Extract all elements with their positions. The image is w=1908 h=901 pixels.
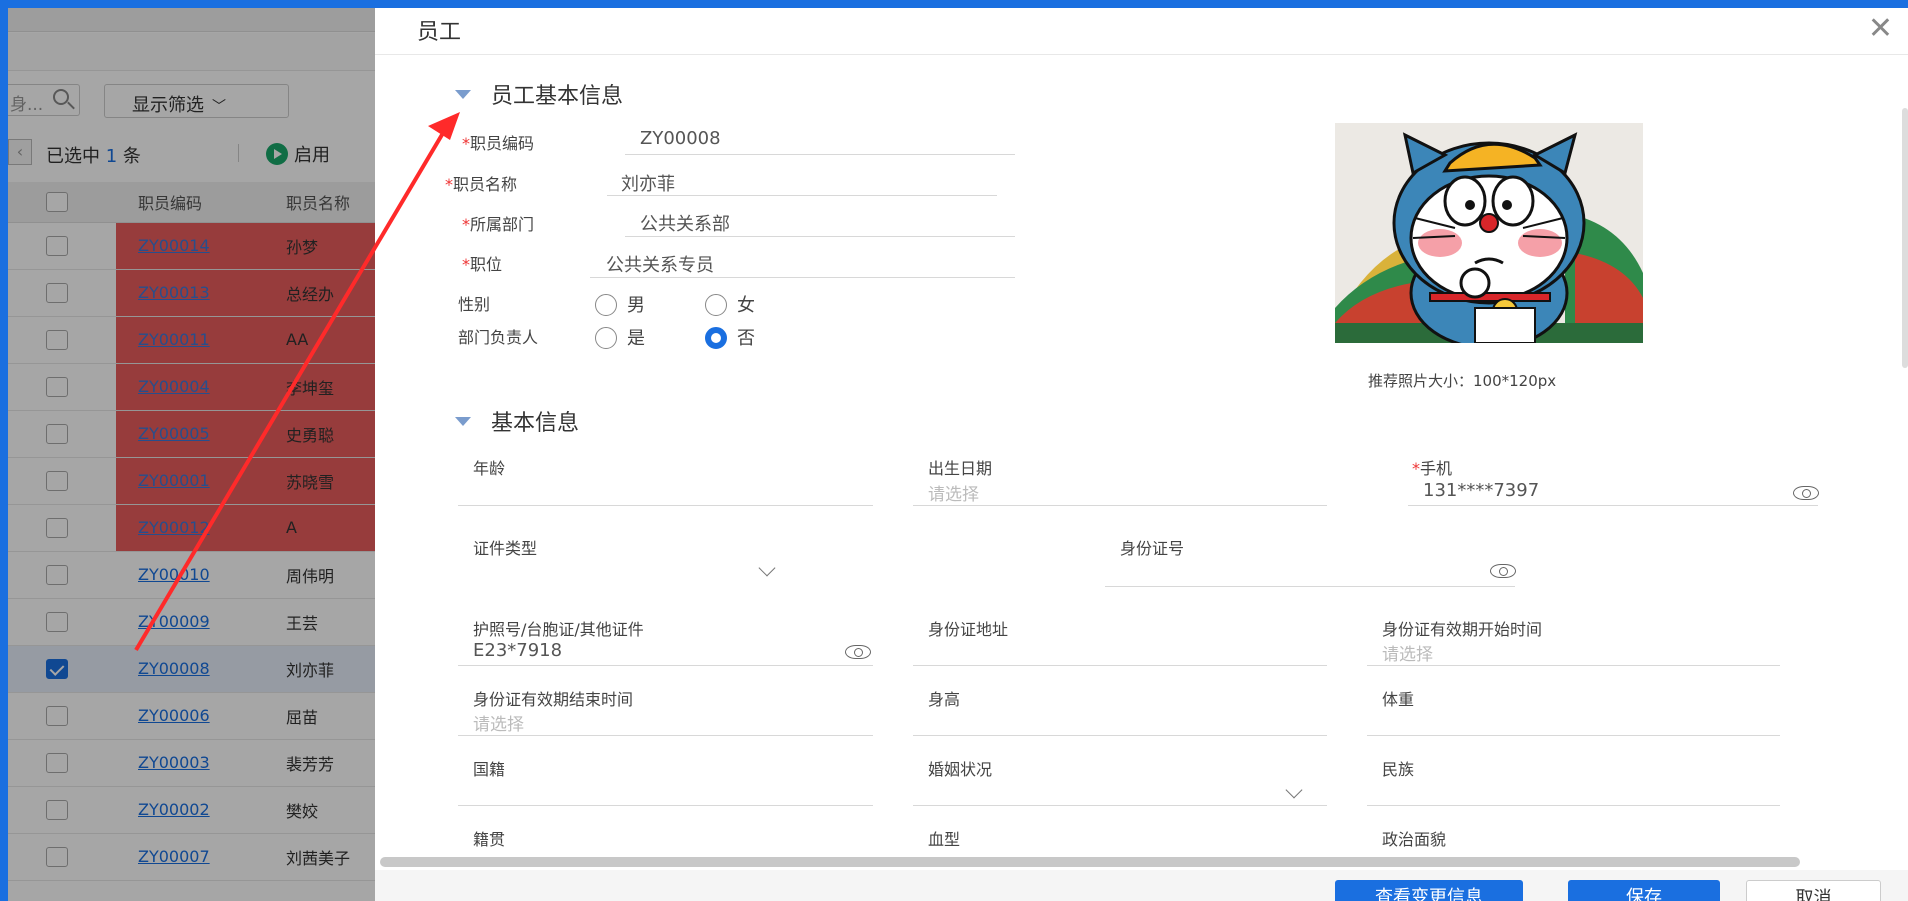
eye-icon[interactable] (1793, 486, 1819, 500)
height-field[interactable] (913, 735, 1327, 736)
radio-button-selected[interactable] (705, 327, 727, 349)
birth-date-label: 出生日期 (928, 459, 993, 478)
employee-name-label-text: 职员名称 (453, 175, 518, 194)
required-mark: * (462, 215, 470, 234)
employee-dialog: 员工 ✕ 员工基本信息 *职员编码 ZY00008 *职员名称 刘亦菲 *所属部… (375, 8, 1908, 901)
cancel-button[interactable]: 取消 (1746, 880, 1881, 901)
employee-code-label-text: 职员编码 (470, 134, 535, 153)
view-changes-button[interactable]: 查看变更信息 (1335, 880, 1523, 901)
section-employee-basic-title: 员工基本信息 (491, 84, 624, 109)
field-underline (590, 277, 1015, 278)
required-mark: * (462, 255, 470, 274)
employee-photo[interactable] (1335, 123, 1643, 343)
dept-head-option-no[interactable]: 否 (705, 324, 755, 350)
id-number-label: 身份证号 (1120, 539, 1185, 558)
position-label-text: 职位 (470, 255, 503, 274)
horizontal-scrollbar[interactable] (380, 857, 1800, 867)
native-place-label: 籍贯 (473, 830, 506, 849)
required-mark: * (1412, 459, 1420, 478)
age-field[interactable] (458, 505, 873, 506)
field-underline (1367, 665, 1780, 666)
field-underline (458, 735, 873, 736)
ethnicity-label: 民族 (1382, 760, 1415, 779)
cartoon-avatar-image (1335, 123, 1643, 343)
section-employee-basic[interactable]: 员工基本信息 (455, 78, 623, 110)
dialog-title: 员工 (417, 20, 462, 45)
id-address-label: 身份证地址 (928, 620, 1009, 639)
eye-icon[interactable] (1490, 564, 1516, 578)
id-type-label: 证件类型 (473, 539, 538, 558)
passport-field[interactable]: E23*7918 (473, 640, 562, 661)
vertical-scrollbar[interactable] (1902, 108, 1908, 368)
close-icon[interactable]: ✕ (1868, 14, 1893, 44)
required-mark: * (445, 175, 453, 194)
id-start-field[interactable]: 请选择 (1382, 640, 1433, 665)
collapse-triangle-icon (455, 417, 471, 426)
id-end-field[interactable]: 请选择 (473, 710, 524, 735)
employee-code-field[interactable]: ZY00008 (640, 128, 721, 149)
gender-option-male-label: 男 (627, 295, 645, 316)
position-label: *职位 (462, 251, 502, 275)
required-mark: * (462, 134, 470, 153)
dept-head-label: 部门负责人 (458, 328, 539, 347)
department-label: *所属部门 (462, 211, 534, 235)
field-underline (458, 665, 873, 666)
birth-date-field[interactable]: 请选择 (928, 480, 979, 505)
mobile-label: *手机 (1412, 455, 1452, 479)
gender-option-female-label: 女 (737, 295, 755, 316)
mobile-field[interactable]: 131****7397 (1423, 480, 1539, 501)
collapse-triangle-icon (455, 90, 471, 99)
photo-size-hint: 推荐照片大小：100*120px (1368, 372, 1557, 390)
nationality-label: 国籍 (473, 760, 506, 779)
weight-field[interactable] (1367, 735, 1780, 736)
field-underline (607, 195, 997, 196)
blood-type-label: 血型 (928, 830, 961, 849)
age-label: 年龄 (473, 459, 506, 478)
gender-label: 性别 (458, 295, 491, 314)
radio-button[interactable] (595, 327, 617, 349)
department-field[interactable]: 公共关系部 (640, 210, 730, 236)
gender-option-male[interactable]: 男 (595, 291, 645, 317)
employee-name-label: *职员名称 (445, 171, 517, 195)
eye-icon[interactable] (845, 645, 871, 659)
gender-option-female[interactable]: 女 (705, 291, 755, 317)
department-label-text: 所属部门 (470, 215, 535, 234)
height-label: 身高 (928, 690, 961, 709)
employee-code-label: *职员编码 (462, 130, 534, 154)
field-underline (625, 154, 1015, 155)
field-underline (913, 505, 1327, 506)
id-start-label: 身份证有效期开始时间 (1382, 620, 1543, 639)
radio-button[interactable] (595, 294, 617, 316)
ethnicity-field[interactable] (1367, 805, 1780, 806)
passport-label: 护照号/台胞证/其他证件 (473, 620, 644, 639)
id-type-dropdown[interactable] (758, 559, 776, 577)
marital-status-dropdown[interactable] (1285, 781, 1303, 799)
weight-label: 体重 (1382, 690, 1415, 709)
dept-head-option-yes-label: 是 (627, 328, 645, 349)
field-underline (1408, 505, 1818, 506)
nationality-field[interactable] (458, 805, 873, 806)
mobile-label-text: 手机 (1420, 459, 1453, 478)
marital-status-label: 婚姻状况 (928, 760, 993, 779)
political-status-label: 政治面貌 (1382, 830, 1447, 849)
id-number-field[interactable] (1105, 586, 1515, 587)
save-button[interactable]: 保存 (1568, 880, 1720, 901)
field-underline (913, 805, 1327, 806)
radio-button[interactable] (705, 294, 727, 316)
field-underline (625, 236, 1015, 237)
employee-name-field[interactable]: 刘亦菲 (621, 170, 675, 196)
id-end-label: 身份证有效期结束时间 (473, 690, 634, 709)
dialog-header: 员工 ✕ (375, 8, 1908, 55)
section-basic-info[interactable]: 基本信息 (455, 405, 579, 437)
dept-head-option-yes[interactable]: 是 (595, 324, 645, 350)
position-field[interactable]: 公共关系专员 (606, 251, 714, 277)
dialog-footer: 查看变更信息 保存 取消 (375, 870, 1908, 901)
section-basic-info-title: 基本信息 (491, 411, 580, 436)
id-address-field[interactable] (913, 665, 1327, 666)
dept-head-option-no-label: 否 (737, 328, 755, 349)
